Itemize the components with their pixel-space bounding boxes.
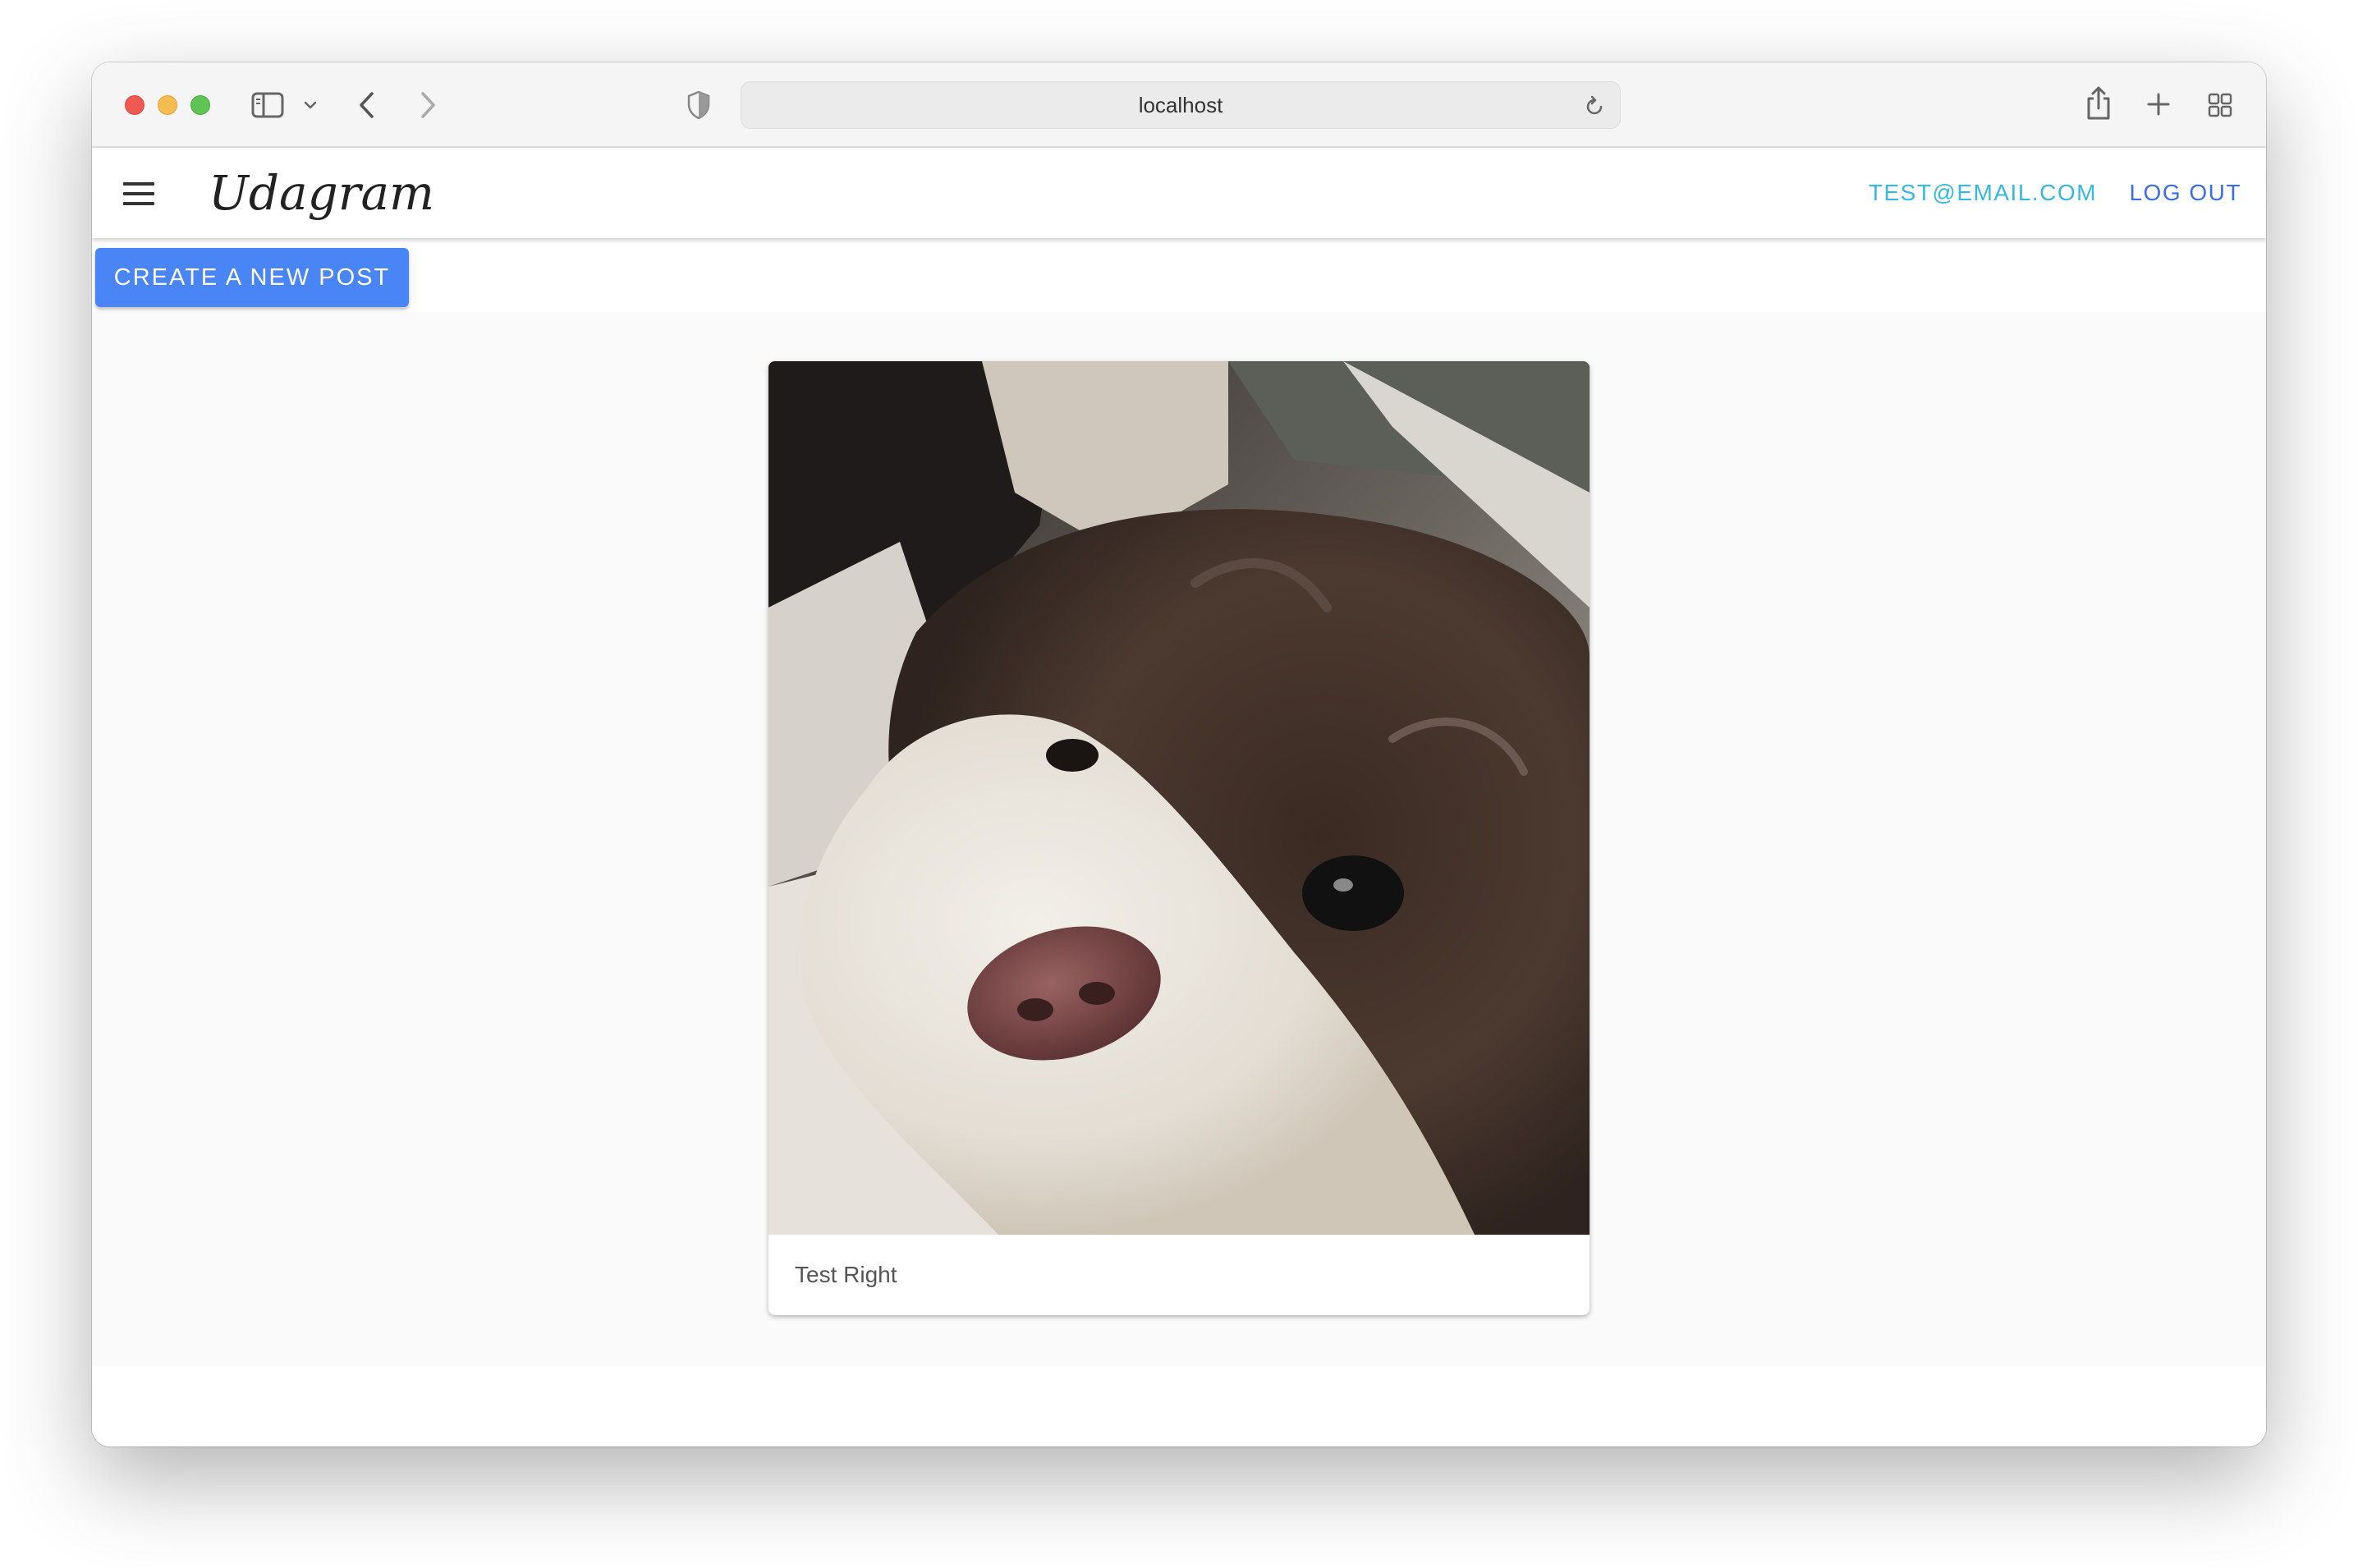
- reload-icon[interactable]: [1582, 94, 1607, 118]
- menu-icon-bar: [123, 202, 154, 205]
- share-icon[interactable]: [2084, 84, 2113, 123]
- logout-link[interactable]: LOG OUT: [2129, 172, 2241, 213]
- tab-overview-icon[interactable]: [2205, 90, 2235, 120]
- sidebar-icon[interactable]: [250, 90, 286, 120]
- address-bar[interactable]: localhost: [741, 81, 1621, 129]
- web-page: Udagram TEST@EMAIL.COM LOG OUT CREATE A …: [92, 148, 2266, 1447]
- post-card[interactable]: Test Right: [768, 361, 1590, 1315]
- create-post-button[interactable]: CREATE A NEW POST: [95, 248, 409, 307]
- post-image[interactable]: [768, 361, 1590, 1235]
- shield-icon[interactable]: [685, 89, 713, 121]
- user-email-link[interactable]: TEST@EMAIL.COM: [1869, 172, 2097, 213]
- forward-icon[interactable]: [415, 89, 440, 121]
- browser-toolbar: localhost: [92, 62, 2266, 148]
- menu-icon-bar: [123, 192, 154, 195]
- post-caption: Test Right: [795, 1262, 897, 1287]
- menu-icon[interactable]: [122, 177, 156, 210]
- menu-icon-bar: [123, 182, 154, 186]
- post-feed: Test Right: [92, 312, 2266, 1366]
- zoom-window-button[interactable]: [190, 95, 210, 115]
- new-tab-icon[interactable]: [2145, 90, 2172, 118]
- back-icon[interactable]: [355, 89, 379, 121]
- url-text: localhost: [1138, 92, 1223, 117]
- minimize-window-button[interactable]: [158, 95, 177, 115]
- browser-window: localhost Udagram TEST@EMAIL.COM LOG OUT…: [92, 62, 2266, 1447]
- app-header: Udagram TEST@EMAIL.COM LOG OUT: [92, 148, 2266, 238]
- app-logo[interactable]: Udagram: [209, 163, 434, 223]
- chevron-down-icon[interactable]: [302, 97, 319, 113]
- close-window-button[interactable]: [125, 95, 145, 115]
